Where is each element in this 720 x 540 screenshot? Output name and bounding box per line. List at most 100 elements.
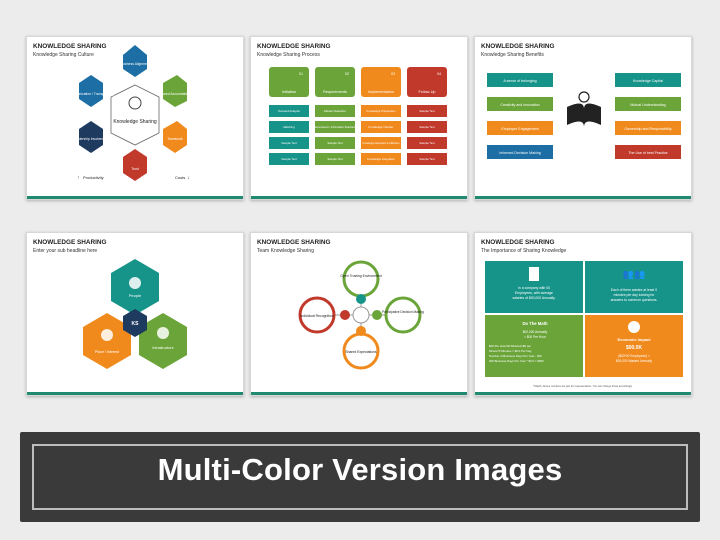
svg-text:Sample Text: Sample Text	[281, 157, 297, 161]
importance-infographic: In a company with 00 Employees, with ave…	[485, 261, 683, 388]
step-implementation: Implementation 03 Knowledge Preparation …	[361, 67, 401, 165]
svg-text:Open Trusting Environment: Open Trusting Environment	[340, 274, 381, 278]
svg-text:Knowledge Absorption & Utiliza: Knowledge Absorption & Utilization	[362, 142, 400, 145]
step-requirements: Requirements 02 Mission Selection Govern…	[315, 67, 356, 165]
svg-text:Mission Selection: Mission Selection	[324, 109, 346, 113]
svg-text:02: 02	[345, 72, 349, 76]
svg-text:Knowledge Preparation: Knowledge Preparation	[366, 109, 396, 113]
slide-thumbnail-benefits[interactable]: KNOWLEDGE SHARING Knowledge Sharing Bene…	[474, 36, 692, 200]
svg-text:Sample Text: Sample Text	[419, 109, 435, 113]
svg-text:Initiation: Initiation	[282, 90, 296, 94]
svg-text:$00.0K: $00.0K	[626, 345, 643, 351]
svg-text:Infrastructure: Infrastructure	[152, 346, 173, 350]
team-icon-right	[372, 310, 382, 320]
building-icon	[157, 327, 169, 339]
svg-text:Employee Engagement: Employee Engagement	[501, 127, 538, 131]
people-group-icon: 👥👥	[623, 269, 645, 279]
svg-text:$00,000 Annually: $00,000 Annually	[523, 330, 548, 334]
petal-communication	[79, 75, 103, 107]
svg-text:Economic Impact: Economic Impact	[617, 337, 651, 342]
team-icon-left	[340, 310, 350, 320]
svg-text:Governance / Information Selec: Governance / Information Selection	[315, 125, 356, 129]
svg-text:Sample Text: Sample Text	[419, 125, 435, 129]
svg-text:Number of Business Days Per Ye: Number of Business Days Per Year - 000	[489, 354, 542, 358]
svg-text:salaries of $00,000 Annually.: salaries of $00,000 Annually.	[512, 296, 555, 300]
svg-text:03: 03	[391, 72, 395, 76]
svg-text:Teamwork: Teamwork	[167, 137, 183, 141]
process-diagram: Initiation 01 Demand Analysis Matching S…	[269, 67, 447, 165]
svg-text:Sample Text: Sample Text	[327, 141, 343, 145]
svg-text:01: 01	[299, 72, 303, 76]
svg-text:Sample Text: Sample Text	[281, 141, 297, 145]
center-label: Knowledge Sharing	[113, 119, 157, 125]
lightbulb-icon	[578, 91, 590, 103]
slide-thumbnail-process[interactable]: KNOWLEDGE SHARING Knowledge Sharing Proc…	[250, 36, 468, 200]
petal-trust	[123, 149, 147, 181]
book-icon	[567, 103, 601, 127]
svg-text:Each of them wastes at least 0: Each of them wastes at least 0	[611, 288, 657, 292]
svg-text:Knowledge Capital: Knowledge Capital	[633, 79, 663, 83]
money-icon	[628, 321, 640, 333]
svg-text:Implementation: Implementation	[368, 90, 394, 94]
svg-text:Minute*0 Minutes = $0.0 Per Da: Minute*0 Minutes = $0.0 Per Day	[489, 349, 532, 353]
hexagon-diagram: People Place / Interest Infrastructure K…	[83, 259, 187, 369]
svg-text:The Use of best Practice: The Use of best Practice	[628, 151, 667, 155]
footnote: *Match, Above numbers are just for repre…	[533, 384, 632, 388]
slide-thumbnail-hexagons[interactable]: KNOWLEDGE SHARING Enter your sub headlin…	[26, 232, 244, 396]
productivity-label: Productivity	[83, 175, 104, 180]
svg-text:Trust: Trust	[131, 167, 139, 171]
svg-text:Participative Decision Making: Participative Decision Making	[382, 310, 424, 314]
svg-text:Informed Decision Making: Informed Decision Making	[499, 151, 541, 155]
svg-text:Requirements: Requirements	[323, 90, 347, 94]
costs-label: Costs	[175, 175, 185, 180]
svg-text:minutes per day looking for: minutes per day looking for	[614, 293, 656, 297]
svg-text:Knowledge Integration: Knowledge Integration	[367, 157, 395, 161]
svg-text:A sense of belonging: A sense of belonging	[503, 79, 536, 83]
svg-text:000 Business Days Per Year * $: 000 Business Days Per Year * $0.0 = $000	[489, 359, 544, 363]
svg-text:Demand Analysis: Demand Analysis	[278, 109, 300, 113]
svg-text:Communication / Transparency: Communication / Transparency	[68, 92, 115, 96]
svg-text:$00,000 Wasted Annually: $00,000 Wasted Annually	[616, 359, 652, 363]
svg-text:$00 Per Hour/00 Minutes=$0 per: $00 Per Hour/00 Minutes=$0 per	[489, 344, 531, 348]
people-icon	[129, 277, 141, 289]
culture-diagram: Knowledge Sharing Business Alignment Sha…	[68, 45, 192, 181]
svg-text:Employees, with average: Employees, with average	[515, 291, 553, 295]
svg-text:Place / Interest: Place / Interest	[95, 350, 119, 354]
svg-text:Creativity and innovation: Creativity and innovation	[500, 103, 539, 107]
slide-thumbnail-importance[interactable]: KNOWLEDGE SHARING The Importance of Shar…	[474, 232, 692, 396]
petal-shared-accountability	[163, 75, 187, 107]
team-icon-bottom	[356, 326, 366, 336]
svg-text:Do The Math: Do The Math	[522, 321, 548, 326]
center-circle	[352, 306, 370, 324]
slide-thumbnail-culture[interactable]: KNOWLEDGE SHARING Knowledge Sharing Cult…	[26, 36, 244, 200]
team-icon-top	[356, 294, 366, 304]
svg-text:People: People	[129, 293, 142, 298]
slide-thumbnail-team[interactable]: KNOWLEDGE SHARING Team Knowledge Sharing…	[250, 232, 468, 396]
svg-text:Follow-Up: Follow-Up	[418, 90, 435, 94]
svg-text:Mutual Understanding: Mutual Understanding	[630, 103, 665, 107]
svg-text:Leadership Involvement: Leadership Involvement	[73, 137, 109, 141]
svg-text:Individual Recognition: Individual Recognition	[300, 314, 333, 318]
arrow-up-icon: ↑	[77, 175, 80, 181]
svg-text:Shared Expectations: Shared Expectations	[345, 350, 377, 354]
banner: Multi-Color Version Images	[20, 432, 700, 522]
svg-text:Shared Accountability: Shared Accountability	[159, 92, 192, 96]
benefits-diagram: A sense of belonging Creativity and inno…	[487, 73, 681, 159]
svg-text:($00*00 Employees) =: ($00*00 Employees) =	[618, 354, 650, 358]
circle-participative	[384, 296, 422, 334]
building-icon	[529, 267, 539, 281]
svg-text:Knowledge Transfer: Knowledge Transfer	[369, 125, 394, 129]
step-initiation: Initiation 01 Demand Analysis Matching S…	[269, 67, 309, 165]
center-knowledge	[110, 84, 160, 146]
arrow-down-icon: ↓	[187, 175, 190, 181]
circle-open-trusting	[342, 260, 380, 298]
svg-text:In a company with 00: In a company with 00	[518, 286, 550, 290]
svg-text:Matching: Matching	[283, 125, 295, 129]
svg-text:Business Alignment: Business Alignment	[120, 62, 150, 66]
svg-text:= $00 Per Hour: = $00 Per Hour	[524, 335, 547, 339]
svg-text:Ownership and Responsibility: Ownership and Responsibility	[624, 127, 672, 131]
banner-title: Multi-Color Version Images	[157, 452, 563, 487]
svg-text:Sample Text: Sample Text	[327, 157, 343, 161]
svg-text:Sample Text: Sample Text	[419, 141, 435, 145]
svg-text:04: 04	[437, 72, 441, 76]
